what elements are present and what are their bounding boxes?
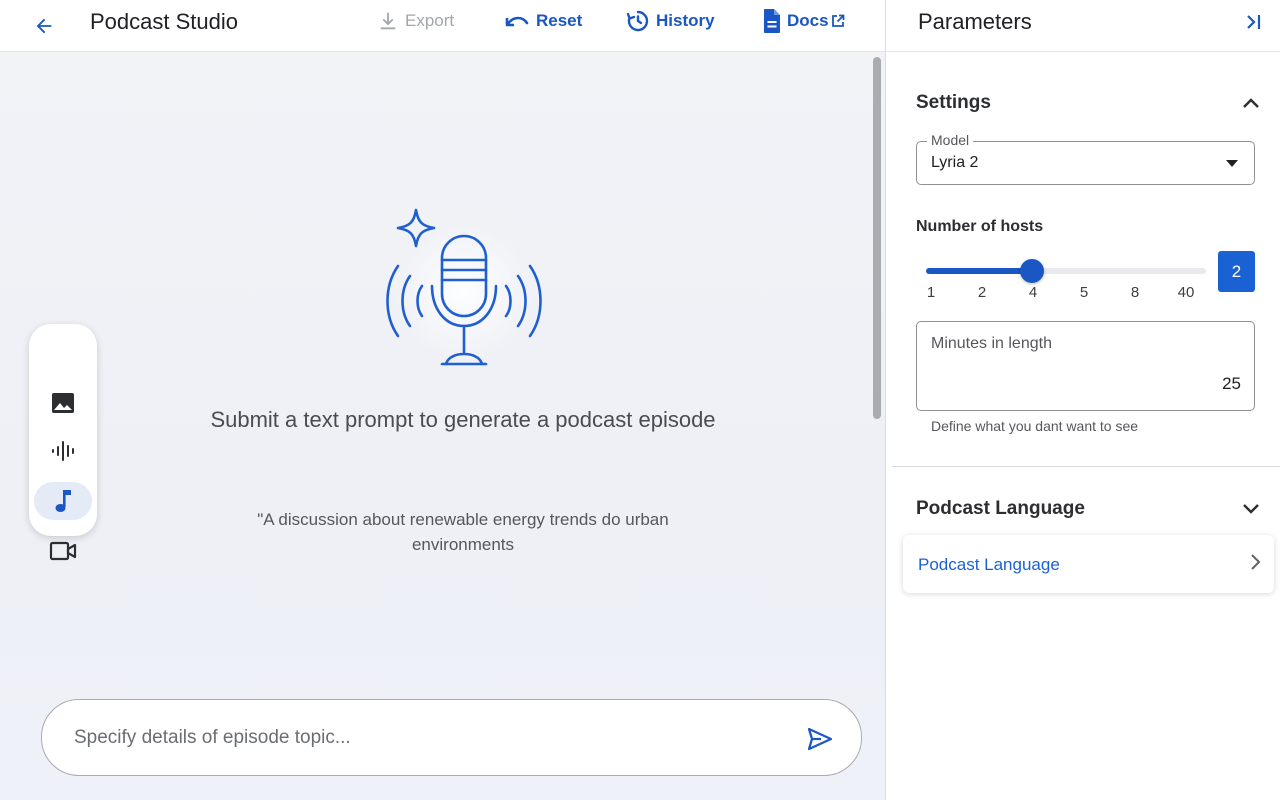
slider-tick-label: 2 bbox=[977, 284, 987, 301]
model-select[interactable]: Model Lyria 2 bbox=[916, 132, 1255, 185]
example-prompt-text: "A discussion about renewable energy tre… bbox=[257, 510, 669, 554]
collapse-panel-button[interactable] bbox=[1240, 8, 1268, 36]
section-divider bbox=[892, 466, 1280, 467]
export-label: Export bbox=[405, 11, 455, 30]
minutes-label: Minutes in length bbox=[931, 335, 1052, 352]
slider-fill bbox=[926, 268, 1032, 274]
main-canvas: Submit a text prompt to generate a podca… bbox=[0, 52, 885, 800]
slider-tick-label: 40 bbox=[1177, 284, 1195, 301]
language-option[interactable]: Podcast Language bbox=[903, 535, 1274, 593]
hosts-value-chip: 2 bbox=[1218, 251, 1255, 292]
hosts-label: Number of hosts bbox=[916, 218, 1044, 235]
export-button[interactable]: Export bbox=[377, 8, 454, 34]
video-tool-button[interactable] bbox=[34, 532, 92, 570]
empty-state-title: Submit a text prompt to generate a podca… bbox=[210, 407, 716, 432]
image-icon bbox=[52, 393, 74, 413]
panel-title: Parameters bbox=[918, 9, 1032, 34]
microphone-sparkle-icon bbox=[386, 208, 542, 366]
app-title: Podcast Studio bbox=[90, 9, 238, 34]
parameters-panel: Parameters Settings Model Lyria 2 Number… bbox=[885, 0, 1280, 800]
model-label: Model bbox=[927, 132, 974, 148]
scrollbar-thumb[interactable] bbox=[873, 57, 881, 419]
caret-down-icon bbox=[1226, 160, 1238, 167]
music-note-icon bbox=[55, 490, 71, 512]
chevron-right-icon bbox=[1250, 553, 1262, 576]
docs-label: Docs bbox=[787, 11, 829, 30]
minutes-helper-text: Define what you dant want to see bbox=[931, 418, 1139, 434]
external-link-icon bbox=[831, 14, 844, 27]
history-label: History bbox=[656, 11, 715, 30]
slider-tick-label: 1 bbox=[926, 284, 936, 301]
media-type-toolbar bbox=[29, 324, 97, 561]
collapse-right-icon bbox=[1247, 15, 1261, 29]
send-button[interactable] bbox=[800, 719, 840, 759]
video-camera-icon bbox=[49, 541, 77, 561]
history-button[interactable]: History bbox=[626, 8, 715, 34]
send-icon bbox=[807, 727, 833, 751]
slider-tick-label: 4 bbox=[1028, 284, 1038, 301]
model-value: Lyria 2 bbox=[931, 154, 979, 171]
arrow-back-icon bbox=[36, 18, 52, 34]
chevron-up-icon bbox=[1240, 92, 1262, 114]
back-button[interactable] bbox=[26, 8, 62, 44]
slider-tick-label: 5 bbox=[1079, 284, 1089, 301]
download-icon bbox=[380, 12, 396, 30]
language-section-header[interactable]: Podcast Language bbox=[916, 494, 1262, 524]
prompt-bar bbox=[41, 699, 862, 776]
prompt-input[interactable] bbox=[74, 722, 774, 754]
reset-button[interactable]: Reset bbox=[504, 8, 582, 34]
slider-tick-label: 8 bbox=[1130, 284, 1140, 301]
history-icon bbox=[626, 10, 649, 32]
slider-thumb[interactable] bbox=[1020, 259, 1044, 283]
audio-waveform-icon bbox=[52, 441, 74, 461]
panel-header: Parameters bbox=[886, 0, 1280, 52]
audio-tool-button[interactable] bbox=[34, 432, 92, 470]
minutes-input[interactable] bbox=[931, 370, 1241, 398]
image-tool-button[interactable] bbox=[34, 384, 92, 422]
settings-section-header[interactable]: Settings bbox=[916, 88, 1262, 118]
docs-button[interactable]: Docs bbox=[763, 8, 845, 34]
minutes-field[interactable]: Minutes in length bbox=[916, 321, 1255, 411]
language-option-label: Podcast Language bbox=[918, 555, 1060, 574]
settings-section-title: Settings bbox=[916, 92, 991, 113]
document-icon bbox=[764, 9, 780, 33]
chevron-down-icon bbox=[1240, 498, 1262, 520]
hosts-slider[interactable] bbox=[926, 259, 1206, 283]
top-bar: Podcast Studio Export Reset History Docs bbox=[0, 0, 885, 52]
reset-label: Reset bbox=[536, 11, 583, 30]
language-section-title: Podcast Language bbox=[916, 498, 1085, 519]
music-tool-button[interactable] bbox=[34, 482, 92, 520]
undo-icon bbox=[505, 16, 529, 27]
